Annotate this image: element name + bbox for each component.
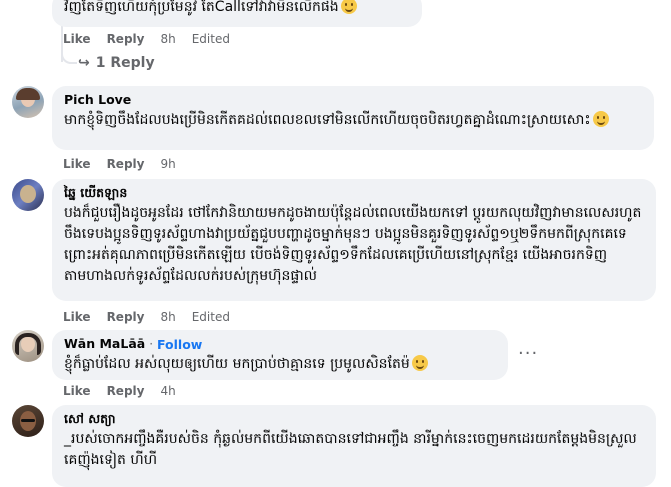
avatar[interactable]	[12, 86, 44, 118]
thread-connector-curve	[61, 48, 77, 64]
comment-bubble: សៅ សត្យា _របស់ចោកអញ្ចឹងគឺរបស់ចិន កុំឆ្ងល…	[52, 405, 656, 487]
comment-text: មាកខ្ញុំទិញចឹងដែលបងប្រើមិនកើតគដល់ពេលខលទៅ…	[64, 110, 642, 131]
comment-bubble: ឆ្នៃ យើតឡាន បងក៏ជួបរឿងដូចអូនដែរ ថៅកែវានិ…	[52, 179, 656, 301]
comment-bubble: Wān MaLāā · Follow ខ្ញុំក៏ធ្លាប់ដែល អស់ល…	[52, 330, 508, 380]
reply-button[interactable]: Reply	[107, 310, 145, 324]
like-button[interactable]: Like	[63, 157, 91, 171]
view-replies-label: 1 Reply	[95, 55, 155, 71]
more-options-icon[interactable]: ···	[518, 343, 538, 364]
comment-actions: Like Reply 4h	[63, 384, 192, 398]
comment-text-content: មាកខ្ញុំទិញចឹងដែលបងប្រើមិនកើតគដល់ពេលខលទៅ…	[64, 112, 591, 128]
view-replies-link[interactable]: ↪ 1 Reply	[78, 55, 155, 71]
avatar[interactable]	[12, 179, 44, 211]
comment-text: វិញតែទិញហើយកុំប្រមែនូវ តែCallទៅវាវាមិនលើ…	[64, 0, 339, 15]
reply-button[interactable]: Reply	[107, 157, 145, 171]
comment-text: ខ្ញុំក៏ធ្លាប់ដែល អស់លុយឲ្យហើយ មកប្រាប់ថា…	[64, 354, 496, 375]
comment-author[interactable]: ឆ្នៃ យើតឡាន	[64, 185, 644, 201]
comment-text: _របស់ចោកអញ្ចឹងគឺរបស់ចិន កុំឆ្ងល់មកពីយើងឆ…	[64, 431, 637, 468]
comment-text: បងក៏ជួបរឿងដូចអូនដែរ ថៅកែវានិយាយមកដូចងាយប…	[64, 205, 642, 284]
comment-actions: Like Reply 8h Edited	[63, 32, 246, 46]
reply-button[interactable]: Reply	[107, 32, 145, 46]
sad-emoji-icon	[411, 355, 428, 371]
edited-label: Edited	[191, 310, 230, 324]
reply-arrow-icon: ↪	[78, 55, 90, 71]
comment-bubble: Pich Love មាកខ្ញុំទិញចឹងដែលបងប្រើមិនកើតគ…	[52, 86, 654, 150]
comment-actions: Like Reply 8h Edited	[63, 310, 246, 324]
comment-timestamp[interactable]: 8h	[160, 310, 175, 324]
comment-timestamp[interactable]: 8h	[160, 32, 175, 46]
comment-author[interactable]: Pich Love	[64, 92, 642, 108]
comment-timestamp[interactable]: 9h	[160, 157, 175, 171]
smiling-emoji-icon	[592, 111, 609, 127]
comment-author[interactable]: Wān MaLāā	[64, 336, 145, 352]
avatar[interactable]	[12, 330, 44, 362]
comment-author[interactable]: សៅ សត្យា	[64, 411, 644, 427]
like-button[interactable]: Like	[63, 384, 91, 398]
separator-dot: ·	[149, 337, 154, 351]
comment-timestamp[interactable]: 4h	[160, 384, 175, 398]
avatar[interactable]	[12, 405, 44, 437]
follow-button[interactable]: Follow	[157, 337, 202, 352]
comment-text-content: ខ្ញុំក៏ធ្លាប់ដែល អស់លុយឲ្យហើយ មកប្រាប់ថា…	[64, 356, 410, 372]
like-button[interactable]: Like	[63, 310, 91, 324]
grinning-emoji-icon	[340, 0, 357, 14]
edited-label: Edited	[191, 32, 230, 46]
comment-actions: Like Reply 9h	[63, 157, 192, 171]
comment-bubble: វិញតែទិញហើយកុំប្រមែនូវ តែCallទៅវាវាមិនលើ…	[52, 0, 422, 27]
reply-button[interactable]: Reply	[107, 384, 145, 398]
like-button[interactable]: Like	[63, 32, 91, 46]
